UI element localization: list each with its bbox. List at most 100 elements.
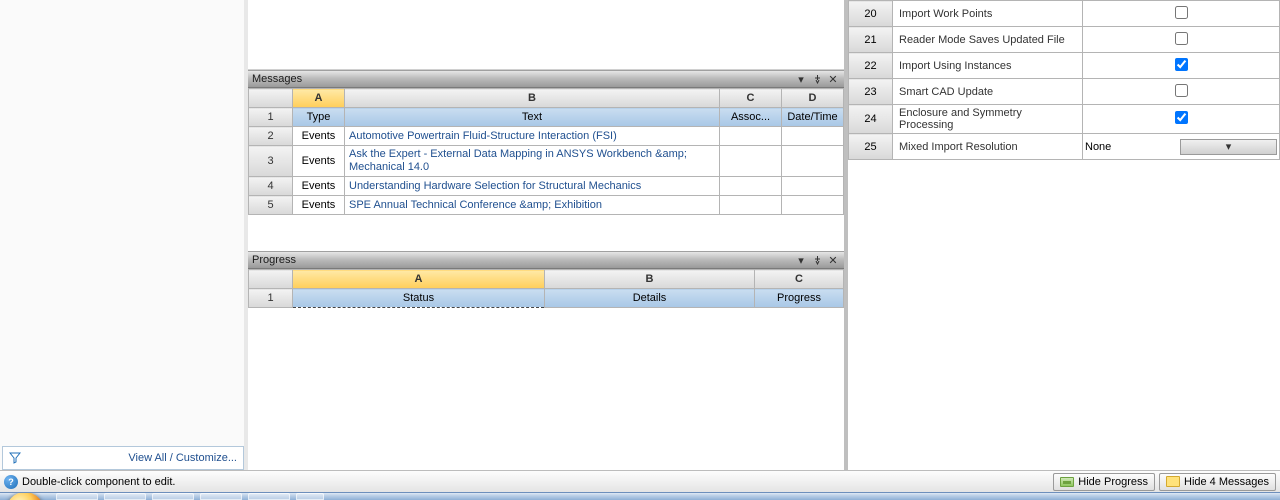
header-text[interactable]: Text <box>345 108 720 127</box>
table-row[interactable]: 3 Events Ask the Expert - External Data … <box>249 146 844 177</box>
dropdown-value: None <box>1085 141 1180 153</box>
chevron-down-icon[interactable]: ▾ <box>1180 139 1277 155</box>
header-assoc[interactable]: Assoc... <box>720 108 782 127</box>
taskbar-item[interactable] <box>104 493 146 500</box>
prop-value[interactable] <box>1083 53 1280 79</box>
col-header[interactable]: C <box>720 89 782 108</box>
help-icon[interactable]: ? <box>4 475 18 489</box>
messages-menu-icon[interactable]: ▾ <box>794 72 808 86</box>
taskbar-item[interactable] <box>296 493 324 500</box>
cell-text[interactable]: Automotive Powertrain Fluid-Structure In… <box>345 127 720 146</box>
progress-table[interactable]: A B C 1 Status Details Progress <box>248 269 844 308</box>
cell-assoc <box>720 146 782 177</box>
hide-progress-button[interactable]: Hide Progress <box>1053 473 1155 491</box>
corner-cell <box>249 89 293 108</box>
toolbox-footer: View All / Customize... <box>2 446 244 470</box>
row-number: 4 <box>249 177 293 196</box>
start-orb-icon[interactable] <box>6 492 44 500</box>
progress-panel-header[interactable]: Progress ▾ ✕ <box>248 251 844 269</box>
messages-icon <box>1166 476 1180 487</box>
button-label: Hide 4 Messages <box>1184 476 1269 488</box>
checkbox-enclosure-symmetry[interactable] <box>1175 111 1188 124</box>
cell-type: Events <box>293 196 345 215</box>
cell-text[interactable]: Ask the Expert - External Data Mapping i… <box>345 146 720 177</box>
button-label: Hide Progress <box>1078 476 1148 488</box>
row-number: 22 <box>849 53 893 79</box>
cell-date <box>782 127 844 146</box>
corner-cell <box>249 270 293 289</box>
prop-value[interactable] <box>1083 105 1280 134</box>
app-root: View All / Customize... Messages ▾ ✕ A B… <box>0 0 1280 500</box>
progress-menu-icon[interactable]: ▾ <box>794 253 808 267</box>
progress-close-icon[interactable]: ✕ <box>826 253 840 267</box>
progress-empty-area <box>248 308 844 470</box>
checkbox-import-work-points[interactable] <box>1175 6 1188 19</box>
messages-table[interactable]: A B C D 1 Type Text Assoc... Date/Time 2… <box>248 88 844 215</box>
view-all-link[interactable]: View All / Customize... <box>128 452 237 464</box>
schematic-area[interactable] <box>248 0 844 70</box>
cell-date <box>782 196 844 215</box>
center-area: Messages ▾ ✕ A B C D 1 Type Text Assoc..… <box>248 0 848 470</box>
messages-empty-area <box>248 215 844 251</box>
checkbox-reader-mode[interactable] <box>1175 32 1188 45</box>
toolbox-panel: View All / Customize... <box>0 0 248 470</box>
row-number: 25 <box>849 134 893 160</box>
prop-row[interactable]: 23 Smart CAD Update <box>849 79 1280 105</box>
prop-row[interactable]: 21 Reader Mode Saves Updated File <box>849 27 1280 53</box>
messages-title: Messages <box>252 73 792 85</box>
hide-messages-button[interactable]: Hide 4 Messages <box>1159 473 1276 491</box>
filter-icon[interactable] <box>7 450 23 466</box>
prop-value[interactable]: None ▾ <box>1083 134 1280 160</box>
col-header[interactable]: D <box>782 89 844 108</box>
messages-close-icon[interactable]: ✕ <box>826 72 840 86</box>
header-progress[interactable]: Progress <box>755 289 844 308</box>
prop-row[interactable]: 24 Enclosure and Symmetry Processing <box>849 105 1280 134</box>
table-row[interactable]: 2 Events Automotive Powertrain Fluid-Str… <box>249 127 844 146</box>
prop-row[interactable]: 20 Import Work Points <box>849 1 1280 27</box>
prop-value[interactable] <box>1083 79 1280 105</box>
table-row[interactable]: 4 Events Understanding Hardware Selectio… <box>249 177 844 196</box>
row-number: 2 <box>249 127 293 146</box>
col-header[interactable]: B <box>545 270 755 289</box>
row-number[interactable]: 1 <box>249 108 293 127</box>
col-header[interactable]: C <box>755 270 844 289</box>
header-details[interactable]: Details <box>545 289 755 308</box>
taskbar-item[interactable] <box>200 493 242 500</box>
header-datetime[interactable]: Date/Time <box>782 108 844 127</box>
prop-label: Import Using Instances <box>893 53 1083 79</box>
messages-pin-icon[interactable] <box>810 72 824 86</box>
checkbox-smart-cad[interactable] <box>1175 84 1188 97</box>
table-row[interactable]: 5 Events SPE Annual Technical Conference… <box>249 196 844 215</box>
prop-row[interactable]: 25 Mixed Import Resolution None ▾ <box>849 134 1280 160</box>
prop-row[interactable]: 22 Import Using Instances <box>849 53 1280 79</box>
cell-date <box>782 146 844 177</box>
cell-text[interactable]: Understanding Hardware Selection for Str… <box>345 177 720 196</box>
messages-panel-header[interactable]: Messages ▾ ✕ <box>248 70 844 88</box>
properties-panel: 20 Import Work Points 21 Reader Mode Sav… <box>848 0 1280 470</box>
prop-value[interactable] <box>1083 27 1280 53</box>
progress-title: Progress <box>252 254 792 266</box>
properties-table[interactable]: 20 Import Work Points 21 Reader Mode Sav… <box>848 0 1280 160</box>
prop-label: Smart CAD Update <box>893 79 1083 105</box>
col-header[interactable]: A <box>293 89 345 108</box>
header-type[interactable]: Type <box>293 108 345 127</box>
row-number: 3 <box>249 146 293 177</box>
progress-pin-icon[interactable] <box>810 253 824 267</box>
status-bar: ? Double-click component to edit. Hide P… <box>0 470 1280 492</box>
cell-text[interactable]: SPE Annual Technical Conference &amp; Ex… <box>345 196 720 215</box>
row-number: 21 <box>849 27 893 53</box>
dropdown-mixed-import[interactable]: None ▾ <box>1085 139 1277 155</box>
header-status[interactable]: Status <box>293 289 545 308</box>
col-header[interactable]: B <box>345 89 720 108</box>
row-number: 20 <box>849 1 893 27</box>
prop-value[interactable] <box>1083 1 1280 27</box>
taskbar-item[interactable] <box>152 493 194 500</box>
row-number[interactable]: 1 <box>249 289 293 308</box>
prop-label: Enclosure and Symmetry Processing <box>893 105 1083 134</box>
checkbox-import-instances[interactable] <box>1175 58 1188 71</box>
col-header[interactable]: A <box>293 270 545 289</box>
progress-bar-icon <box>1060 477 1074 487</box>
taskbar-item[interactable] <box>56 493 98 500</box>
taskbar-item[interactable] <box>248 493 290 500</box>
windows-taskbar[interactable] <box>0 492 1280 500</box>
